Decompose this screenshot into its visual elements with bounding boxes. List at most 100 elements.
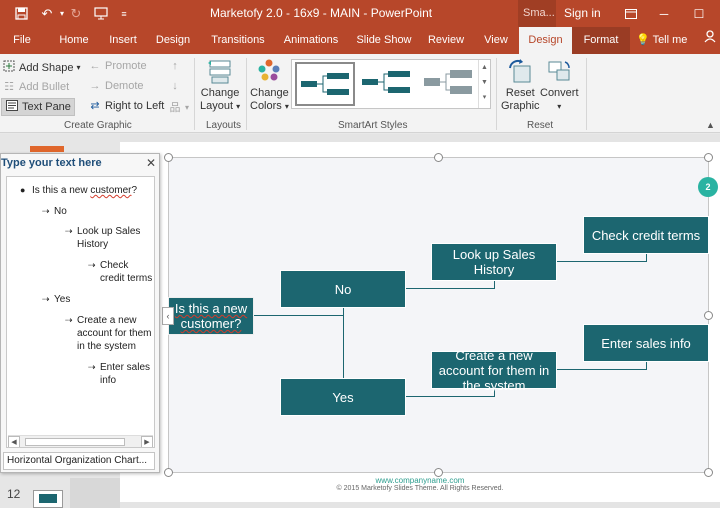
sub-bullet-icon: ⇢	[88, 260, 96, 270]
change-layout-button[interactable]: Change Layout ▾	[200, 58, 240, 113]
connector	[646, 361, 647, 370]
resize-handle[interactable]	[704, 468, 713, 477]
arrow-down-icon: ↓	[172, 80, 178, 92]
tab-home[interactable]: Home	[52, 27, 96, 54]
connector	[557, 261, 647, 262]
tab-format[interactable]: Format	[572, 27, 630, 54]
reset-graphic-button[interactable]: Reset Graphic	[501, 58, 540, 113]
chevron-down-icon: ▾	[557, 102, 562, 111]
change-layout-icon	[206, 58, 234, 84]
add-bullet-button[interactable]: ☷ Add Bullet	[2, 80, 69, 94]
text-pane-button[interactable]: Text Pane	[1, 98, 75, 116]
tab-smartart-design[interactable]: Design	[519, 27, 572, 54]
node-no[interactable]: No	[280, 270, 406, 308]
list-item[interactable]: ⇢ Create a new account for them in the s…	[65, 314, 153, 353]
layout-name-link[interactable]: Horizontal Organization Chart...	[3, 452, 155, 470]
promote-label: Promote	[105, 60, 147, 72]
gallery-scroll[interactable]: ▲ ▼ ▾	[478, 60, 490, 108]
thumbnail-scroll-area	[70, 478, 120, 508]
undo-icon[interactable]: ↶	[36, 0, 58, 27]
node-look-up-sales[interactable]: Look up Sales History	[431, 243, 557, 281]
ribbon-display-icon[interactable]	[615, 0, 647, 27]
resize-handle[interactable]	[164, 153, 173, 162]
sign-in-link[interactable]: Sign in	[564, 6, 601, 20]
sub-bullet-icon: ⇢	[42, 294, 50, 304]
connector	[646, 253, 647, 262]
layout-button[interactable]: 品 ▾	[168, 99, 190, 115]
layouts-group-label: Layouts	[206, 120, 242, 131]
collapse-ribbon-icon[interactable]: ▲	[706, 120, 715, 130]
list-item[interactable]: ⇢ Check credit terms	[88, 259, 154, 285]
chevron-down-icon: ▾	[76, 63, 81, 72]
maximize-icon[interactable]: ☐	[683, 0, 715, 27]
tab-insert[interactable]: Insert	[102, 27, 144, 54]
tab-view[interactable]: View	[476, 27, 516, 54]
share-icon[interactable]	[700, 27, 720, 54]
group-separator	[194, 58, 195, 130]
tab-animations[interactable]: Animations	[278, 27, 344, 54]
customize-qat-icon[interactable]: ≡	[116, 0, 132, 27]
sub-bullet-icon: ⇢	[65, 226, 73, 236]
thumbnail-preview	[39, 494, 57, 503]
horizontal-scrollbar[interactable]: ◀ ▶	[8, 435, 153, 447]
group-separator	[586, 58, 587, 130]
move-down-button[interactable]: ↓	[168, 80, 182, 92]
minimize-icon[interactable]: ─	[648, 0, 680, 27]
scroll-right-icon[interactable]: ▶	[141, 436, 153, 447]
style-thumb-1[interactable]	[295, 62, 355, 106]
change-colors-button[interactable]: Change Colors ▾	[250, 58, 289, 113]
convert-icon	[545, 58, 573, 84]
text-pane-toggle-icon[interactable]: ‹	[162, 307, 174, 325]
list-item[interactable]: ⇢ Look up Sales History	[65, 225, 151, 251]
footer-copyright: © 2015 Marketofy Slides Theme. All Right…	[336, 485, 504, 492]
add-shape-button[interactable]: Add Shape ▾	[2, 60, 80, 75]
smartart-styles-gallery: ▲ ▼ ▾	[291, 59, 491, 109]
scrollbar-thumb[interactable]	[25, 438, 125, 446]
style-thumb-3[interactable]	[420, 62, 480, 106]
save-icon[interactable]	[8, 0, 34, 27]
move-up-button[interactable]: ↑	[168, 60, 182, 72]
scroll-left-icon[interactable]: ◀	[8, 436, 20, 447]
slide-thumbnail[interactable]	[33, 490, 63, 508]
node-enter-sales[interactable]: Enter sales info	[583, 324, 709, 362]
node-root[interactable]: Is this a new customer?	[168, 297, 254, 335]
create-graphic-group-label: Create Graphic	[64, 120, 132, 131]
convert-label: Convert	[540, 87, 579, 99]
text-pane-editor[interactable]: ● Is this a new customer? ⇢ No ⇢ Look up…	[6, 176, 155, 448]
footer-url: www.companyname.com	[375, 476, 465, 485]
redo-icon[interactable]: ↻	[66, 0, 86, 27]
ribbon: Add Shape ▾ ☷ Add Bullet Text Pane ← Pro…	[0, 54, 720, 133]
presentation-icon[interactable]	[90, 0, 112, 27]
tab-transitions[interactable]: Transitions	[206, 27, 270, 54]
sub-bullet-icon: ⇢	[88, 362, 96, 372]
demote-button[interactable]: → Demote	[88, 80, 144, 92]
close-icon[interactable]: ✕	[145, 156, 157, 170]
tab-file[interactable]: File	[6, 27, 38, 54]
context-tab-group: Sma...	[518, 0, 556, 27]
resize-handle[interactable]	[434, 468, 443, 477]
node-yes[interactable]: Yes	[280, 378, 406, 416]
resize-handle[interactable]	[704, 311, 713, 320]
list-item[interactable]: ⇢ Enter sales info	[88, 361, 154, 387]
list-item[interactable]: ⇢ No	[42, 205, 152, 218]
promote-button[interactable]: ← Promote	[88, 60, 147, 72]
tab-review[interactable]: Review	[424, 27, 468, 54]
style-thumb-2[interactable]	[358, 62, 418, 106]
list-item[interactable]: ● Is this a new customer?	[20, 184, 154, 197]
add-bullet-icon: ☷	[4, 81, 14, 93]
list-item[interactable]: ⇢ Yes	[42, 293, 152, 306]
right-to-left-button[interactable]: ⇄ Right to Left	[88, 99, 164, 113]
tab-slide-show[interactable]: Slide Show	[352, 27, 416, 54]
tab-tell-me[interactable]: 💡 Tell me	[632, 27, 692, 54]
text-pane-label: Text Pane	[22, 101, 71, 113]
arrow-up-icon: ↑	[172, 60, 178, 72]
convert-button[interactable]: Convert ▾	[540, 58, 579, 113]
resize-handle[interactable]	[704, 153, 713, 162]
resize-handle[interactable]	[434, 153, 443, 162]
node-check-credit[interactable]: Check credit terms	[583, 216, 709, 254]
resize-handle[interactable]	[164, 468, 173, 477]
connector	[494, 280, 495, 289]
tab-design[interactable]: Design	[150, 27, 196, 54]
reset-group-label: Reset	[527, 120, 554, 131]
node-create-account[interactable]: Create a new account for them in the sys…	[431, 348, 557, 393]
